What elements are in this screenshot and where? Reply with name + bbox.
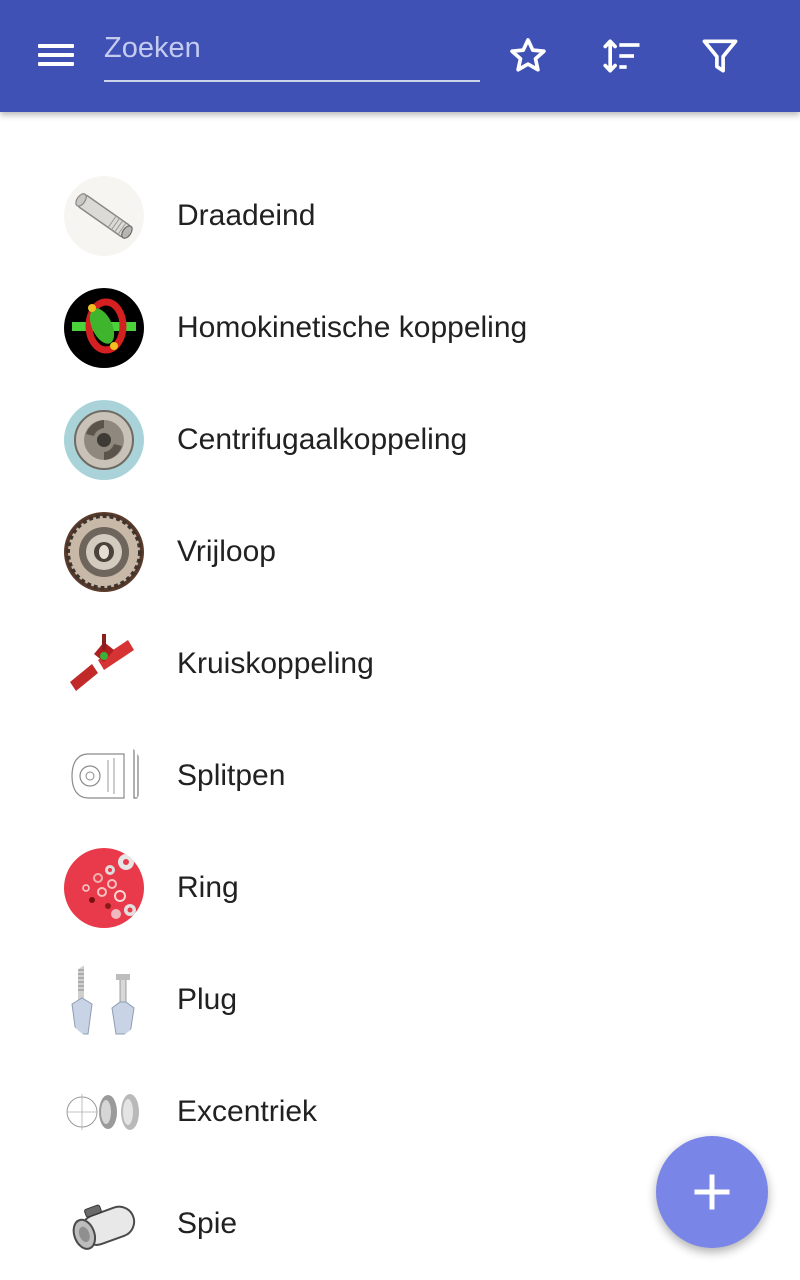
- key-image: [64, 1184, 144, 1264]
- add-button[interactable]: [656, 1136, 768, 1248]
- plus-icon: [694, 1174, 730, 1210]
- threaded-rod-image: [64, 176, 144, 256]
- list-item-label: Homokinetische koppeling: [177, 311, 528, 344]
- wall-plug-image: [64, 960, 144, 1040]
- list-item-label: Splitpen: [177, 759, 286, 792]
- list-item-label: Centrifugaalkoppeling: [177, 423, 468, 456]
- list-item-label: Draadeind: [177, 199, 316, 232]
- list-item-label: Kruiskoppeling: [177, 647, 374, 680]
- list-item[interactable]: Kruiskoppeling: [0, 608, 800, 720]
- search-input[interactable]: [104, 26, 474, 70]
- menu-button[interactable]: [24, 32, 88, 80]
- list-item-label: Vrijloop: [177, 535, 276, 568]
- list-item-label: Spie: [177, 1207, 238, 1240]
- eccentric-image: [64, 1072, 144, 1152]
- sort-icon: [603, 39, 640, 73]
- favorites-button[interactable]: [498, 26, 558, 86]
- cv-joint-image: [64, 288, 144, 368]
- list-item[interactable]: Homokinetische koppeling: [0, 272, 800, 384]
- app-bar: [0, 0, 800, 112]
- washers-image: [64, 848, 144, 928]
- list-item[interactable]: Splitpen: [0, 720, 800, 832]
- centrifugal-clutch-image: [64, 400, 144, 480]
- sort-button[interactable]: [593, 26, 653, 86]
- list-item-label: Plug: [177, 983, 238, 1016]
- list-item[interactable]: Vrijloop: [0, 496, 800, 608]
- search-field: [104, 24, 480, 82]
- list-item-label: Excentriek: [177, 1095, 318, 1128]
- part-list: Draadeind Homokinetische koppeling Centr…: [0, 160, 800, 1280]
- list-item[interactable]: Centrifugaalkoppeling: [0, 384, 800, 496]
- list-item[interactable]: Draadeind: [0, 160, 800, 272]
- filter-icon: [702, 39, 738, 73]
- list-item-label: Ring: [177, 871, 239, 904]
- list-item[interactable]: Ring: [0, 832, 800, 944]
- filter-button[interactable]: [690, 26, 750, 86]
- menu-icon: [38, 44, 74, 48]
- list-item[interactable]: Plug: [0, 944, 800, 1056]
- freewheel-image: [64, 512, 144, 592]
- cotter-pin-image: [64, 736, 144, 816]
- universal-joint-image: [64, 624, 144, 704]
- star-outline-icon: [510, 38, 546, 72]
